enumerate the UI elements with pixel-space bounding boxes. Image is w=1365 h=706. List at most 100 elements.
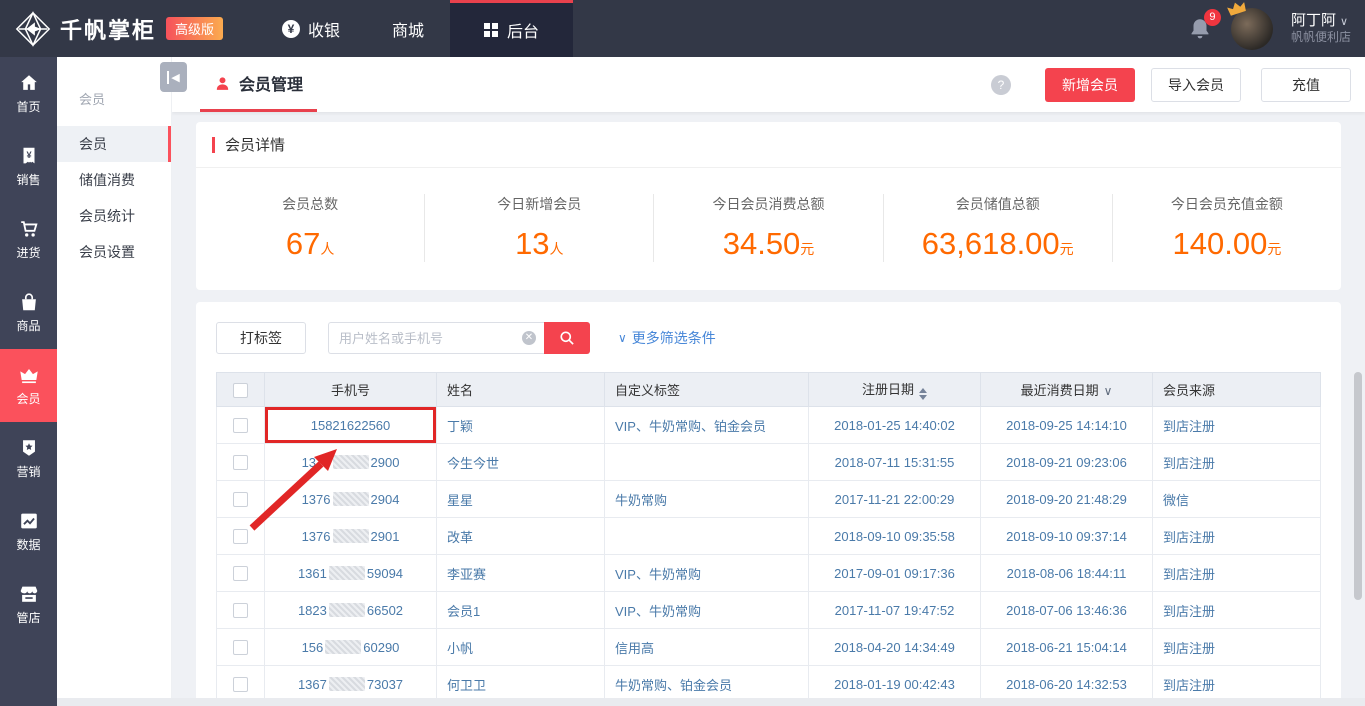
sidebar-item-marketing[interactable]: 营销	[0, 422, 57, 495]
main-header: 会员管理 ? 新增会员 导入会员 充值	[172, 57, 1365, 112]
tags-cell	[605, 444, 809, 481]
topnav-label: 商城	[392, 17, 424, 41]
search-icon	[558, 329, 576, 347]
page: 千帆掌柜 高级版 ¥ 收银 商城 后台 9	[0, 0, 1365, 706]
sidebar-item-goods[interactable]: 商品	[0, 276, 57, 349]
sidebar-item-store[interactable]: 管店	[0, 568, 57, 641]
source-cell: 到店注册	[1153, 592, 1321, 629]
topnav-label: 收银	[308, 17, 340, 41]
tag-button[interactable]: 打标签	[216, 322, 306, 354]
stat-recharge-today: 今日会员充值金额 140.00元	[1113, 194, 1341, 262]
row-checkbox[interactable]	[233, 492, 248, 507]
phone-cell: 15660290	[265, 629, 437, 666]
submenu-item-member-settings[interactable]: 会员设置	[57, 234, 171, 270]
tags-cell: VIP、牛奶常购、铂金会员	[605, 407, 809, 444]
more-filters-link[interactable]: ∨ 更多筛选条件	[618, 328, 716, 348]
chevron-down-icon: ∨	[618, 331, 627, 345]
table-row: 182366502会员1VIP、牛奶常购2017-11-07 19:47:522…	[217, 592, 1321, 629]
select-all-checkbox[interactable]	[233, 383, 248, 398]
checkbox-cell	[217, 407, 265, 444]
phone-cell: 13762900	[265, 444, 437, 481]
table-row: 15660290小帆信用高2018-04-20 14:34:492018-06-…	[217, 629, 1321, 666]
row-checkbox[interactable]	[233, 418, 248, 433]
phone-cell: 182366502	[265, 592, 437, 629]
sidebar-item-members[interactable]: 会员	[0, 349, 57, 422]
member-details-card: 会员详情 会员总数 67人 今日新增会员 13人 今日会员消费总额 34.50元	[196, 122, 1341, 290]
table-row: 13762901改革2018-09-10 09:35:582018-09-10 …	[217, 518, 1321, 555]
tab-member-management[interactable]: 会员管理	[200, 57, 317, 112]
registered-cell: 2018-09-10 09:35:58	[809, 518, 981, 555]
masked-digits	[333, 492, 369, 506]
sidebar-item-data[interactable]: 数据	[0, 495, 57, 568]
source-cell: 到店注册	[1153, 407, 1321, 444]
goods-bag-icon	[18, 291, 40, 313]
topnav-mall[interactable]: 商城	[366, 0, 450, 57]
sidebar-item-purchase[interactable]: 进货	[0, 203, 57, 276]
source-cell: 到店注册	[1153, 555, 1321, 592]
notification-bell[interactable]: 9	[1187, 16, 1213, 42]
stat-consumption-today: 今日会员消费总额 34.50元	[654, 194, 883, 262]
collapse-icon: ◀	[167, 71, 179, 84]
content: 会员详情 会员总数 67人 今日新增会员 13人 今日会员消费总额 34.50元	[172, 112, 1365, 706]
brand-badge: 高级版	[166, 17, 223, 40]
topnav-backend[interactable]: 后台	[450, 0, 573, 57]
row-checkbox[interactable]	[233, 455, 248, 470]
yen-circle-icon: ¥	[282, 20, 300, 38]
name-cell: 会员1	[437, 592, 605, 629]
member-crown-icon	[18, 364, 40, 386]
name-cell: 丁颖	[437, 407, 605, 444]
table-header-row: 手机号 姓名 自定义标签 注册日期 最近消费日期∨ 会员来源	[217, 373, 1321, 407]
column-header-name: 姓名	[437, 373, 605, 407]
help-icon[interactable]: ?	[991, 75, 1011, 95]
name-cell: 星星	[437, 481, 605, 518]
submenu-item-members[interactable]: 会员	[57, 126, 171, 162]
column-header-registered[interactable]: 注册日期	[809, 373, 981, 407]
vertical-scrollbar[interactable]	[1354, 372, 1362, 600]
table-row: 15821622560丁颖VIP、牛奶常购、铂金会员2018-01-25 14:…	[217, 407, 1321, 444]
add-member-button[interactable]: 新增会员	[1045, 68, 1135, 102]
stat-stored-value-total: 会员储值总额 63,618.00元	[884, 194, 1113, 262]
tags-cell: VIP、牛奶常购	[605, 592, 809, 629]
row-checkbox[interactable]	[233, 677, 248, 692]
row-checkbox[interactable]	[233, 603, 248, 618]
topbar: 千帆掌柜 高级版 ¥ 收银 商城 后台 9	[0, 0, 1365, 57]
phone-cell: 13762904	[265, 481, 437, 518]
horizontal-scrollbar-track[interactable]	[57, 698, 1365, 706]
last-consumed-cell: 2018-06-20 14:32:53	[981, 666, 1153, 703]
submenu: 会员 会员 储值消费 会员统计 会员设置	[57, 57, 172, 698]
sidebar-item-home[interactable]: 首页	[0, 57, 57, 130]
avatar[interactable]	[1231, 8, 1273, 50]
registered-cell: 2017-09-01 09:17:36	[809, 555, 981, 592]
registered-cell: 2017-11-07 19:47:52	[809, 592, 981, 629]
user-menu[interactable]: 阿丁阿∨ 帆帆便利店	[1291, 12, 1351, 46]
column-header-last-consumed[interactable]: 最近消费日期∨	[981, 373, 1153, 407]
user-name: 阿丁阿∨	[1291, 12, 1351, 31]
checkbox-cell	[217, 518, 265, 555]
registered-cell: 2018-04-20 14:34:49	[809, 629, 981, 666]
purchase-cart-icon	[18, 218, 40, 240]
row-checkbox[interactable]	[233, 529, 248, 544]
topnav-cashier[interactable]: ¥ 收银	[256, 0, 366, 57]
registered-cell: 2017-11-21 22:00:29	[809, 481, 981, 518]
brand-logo-icon	[14, 10, 52, 48]
submenu-item-stored-value[interactable]: 储值消费	[57, 162, 171, 198]
import-members-button[interactable]: 导入会员	[1151, 68, 1241, 102]
clear-icon[interactable]: ✕	[522, 331, 536, 345]
sidebar: 首页 ¥ 销售 进货 商品 会员 营销 数据 管店	[0, 57, 57, 706]
table-row: 136159094李亚赛VIP、牛奶常购2017-09-01 09:17:362…	[217, 555, 1321, 592]
recharge-button[interactable]: 充值	[1261, 68, 1351, 102]
row-checkbox[interactable]	[233, 566, 248, 581]
submenu-item-member-stats[interactable]: 会员统计	[57, 198, 171, 234]
sidebar-item-sales[interactable]: ¥ 销售	[0, 130, 57, 203]
search-input[interactable]	[328, 322, 544, 354]
chevron-down-icon: ∨	[1340, 16, 1348, 28]
tags-cell: VIP、牛奶常购	[605, 555, 809, 592]
tags-cell: 信用高	[605, 629, 809, 666]
source-cell: 微信	[1153, 481, 1321, 518]
sort-icon[interactable]	[919, 388, 927, 400]
sidebar-item-label: 管店	[16, 609, 40, 626]
search-button[interactable]	[544, 322, 590, 354]
masked-digits	[325, 640, 361, 654]
row-checkbox[interactable]	[233, 640, 248, 655]
collapse-sidebar-button[interactable]: ◀	[160, 62, 187, 92]
